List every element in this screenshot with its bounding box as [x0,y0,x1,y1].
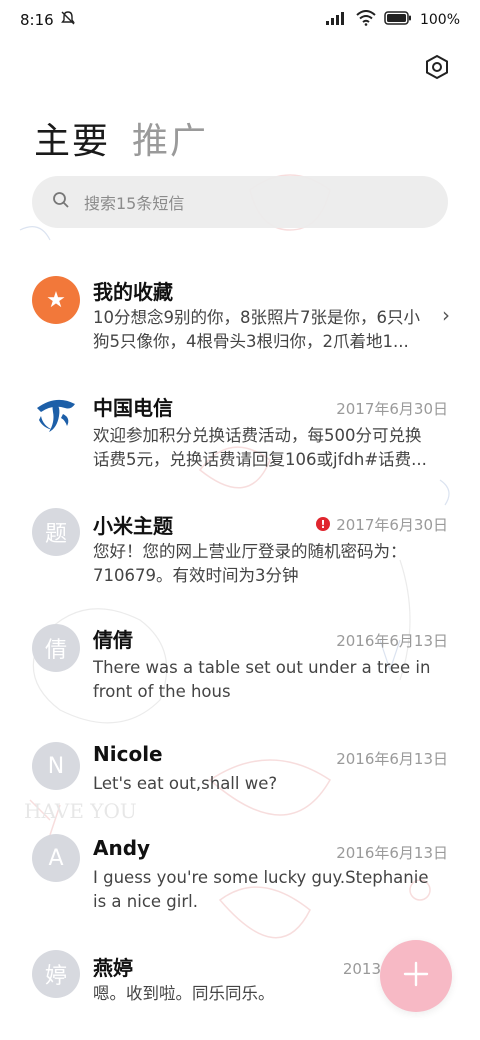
search-icon [52,191,70,213]
new-message-button[interactable] [380,940,452,1012]
battery-icon [384,11,412,29]
avatar: 题 [32,508,80,556]
conversation-item[interactable]: 题 小米主题 ! 2017年6月30日 您好！您的网上营业厅登录的随机密码为： … [0,494,480,610]
contact-name: Andy [93,836,151,860]
battery-percent: 100% [419,12,460,28]
settings-button[interactable] [422,54,452,84]
contact-name: Nicole [93,742,163,766]
message-preview: Let's eat out,shall we? [93,772,449,796]
avatar: A [32,834,80,882]
preview-line: There was a table set out under a tree i… [93,658,431,677]
contact-name: 燕婷 [93,956,133,980]
tab-promotions[interactable]: 推广 [132,112,208,164]
message-date: 2016年6月13日 [336,750,448,768]
settings-hex-icon [424,54,450,84]
avatar: N [32,742,80,790]
plus-icon [403,961,429,991]
conversation-item[interactable]: 中国电信 2017年6月30日 欢迎参加积分兑换话费活动，每500分可兑换 话费… [0,378,480,494]
avatar: 婷 [32,950,80,998]
preview-line: 10分想念9别的你，8张照片7张是你，6只小 [93,308,420,327]
avatar-initial: N [47,753,65,779]
search-placeholder: 搜索15条短信 [84,194,185,213]
preview-line: 狗5只像你，4根骨头3根归你，2爪着地1... [93,332,409,351]
message-date: 2017年6月30日 [336,516,448,534]
contact-name: 倩倩 [93,628,133,652]
message-preview: 您好！您的网上营业厅登录的随机密码为： 710679。有效时间为3分钟 [93,540,449,588]
avatar-initial: 题 [44,522,67,547]
contact-name: 我的收藏 [93,280,173,304]
message-preview: 10分想念9别的你，8张照片7张是你，6只小 狗5只像你，4根骨头3根归你，2爪… [93,306,433,354]
preview-line: front of the hous [93,682,231,701]
preview-line: 欢迎参加积分兑换话费活动，每500分可兑换 [93,426,422,445]
status-bar: 8:16 100% [0,0,480,40]
message-preview: There was a table set out under a tree i… [93,656,449,704]
star-icon: ★ [46,287,66,313]
conversation-item[interactable]: ★ 我的收藏 10分想念9别的你，8张照片7张是你，6只小 狗5只像你，4根骨头… [0,262,480,372]
avatar-initial: 婷 [44,964,67,989]
signal-icon [325,11,348,29]
preview-line: is a nice girl. [93,892,198,911]
message-date: 2016年6月13日 [336,844,448,862]
avatar: ★ [32,276,80,324]
error-icon: ! [316,517,330,531]
avatar: 倩 [32,624,80,672]
status-right: 100% [325,10,460,30]
preview-line: I guess you're some lucky guy.Stephanie [93,868,429,887]
search-bar[interactable]: 搜索15条短信 [32,176,448,228]
conversation-item[interactable]: A Andy 2016年6月13日 I guess you're some lu… [0,834,480,950]
message-date: 2016年6月13日 [336,632,448,650]
message-tabs: 主要 推广 [34,112,208,164]
message-preview: I guess you're some lucky guy.Stephanie … [93,866,449,914]
message-preview: 欢迎参加积分兑换话费活动，每500分可兑换 话费5元，兑换话费请回复106或jf… [93,424,449,472]
wifi-icon [356,10,376,30]
avatar-initial: 倩 [44,638,67,663]
contact-name: 中国电信 [93,396,173,420]
status-time: 8:16 [20,11,54,29]
bell-muted-icon [60,10,76,30]
status-left: 8:16 [20,10,76,30]
preview-line: 您好！您的网上营业厅登录的随机密码为： [93,542,407,561]
tab-primary[interactable]: 主要 [34,112,110,164]
preview-line: 710679。有效时间为3分钟 [93,566,299,585]
message-date: 2017年6月30日 [336,400,448,418]
contact-name: 小米主题 [93,514,173,538]
china-telecom-logo-icon [33,390,79,442]
preview-line: Let's eat out,shall we? [93,774,278,793]
avatar [32,392,80,440]
avatar-initial: A [48,845,64,871]
preview-line: 话费5元，兑换话费请回复106或jfdh#话费... [93,450,427,469]
conversation-item[interactable]: N Nicole 2016年6月13日 Let's eat out,shall … [0,726,480,820]
conversation-item[interactable]: 倩 倩倩 2016年6月13日 There was a table set ou… [0,610,480,726]
chevron-right-icon: › [442,303,450,327]
